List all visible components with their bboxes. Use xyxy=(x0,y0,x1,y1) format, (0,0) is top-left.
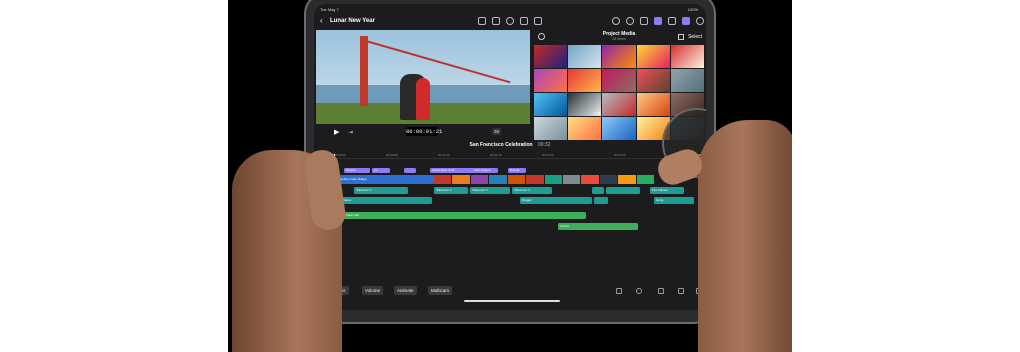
timeline-project-name: San Francisco Celebration xyxy=(469,142,533,148)
timeline-header: San Francisco Celebration 00:32 xyxy=(314,141,706,151)
media-thumbnail[interactable] xyxy=(636,93,670,116)
media-browser-icon[interactable] xyxy=(654,17,662,25)
redo-icon[interactable] xyxy=(626,17,634,25)
audio-clip[interactable]: Voiceover 4 xyxy=(512,187,552,194)
audio-clip[interactable]: Voiceover 1 xyxy=(354,187,408,194)
media-thumbnail[interactable]: 0:02 xyxy=(568,93,602,116)
title-clip[interactable]: Sunset xyxy=(508,168,526,173)
home-indicator xyxy=(464,300,560,302)
audio-clip[interactable] xyxy=(594,197,608,204)
title-clip[interactable] xyxy=(404,168,416,173)
ruler-tick: 00:00:10 xyxy=(438,153,450,157)
ruler-tick: 00:00:15 xyxy=(490,153,502,157)
animate-button[interactable]: Animate xyxy=(394,286,417,295)
music-clip[interactable]: Crowd xyxy=(558,223,638,230)
title-clip[interactable]: Streets xyxy=(344,168,370,173)
audio-clip[interactable]: Voiceover 3 xyxy=(470,187,510,194)
inspector-icon[interactable] xyxy=(668,17,676,25)
right-hand xyxy=(698,120,792,352)
media-thumbnail[interactable] xyxy=(636,69,670,92)
bottom-toolbar: Inspect Volume Animate Multicam xyxy=(314,284,706,298)
final-cut-pro-screen: Tue May 7 100% ‹ Lunar New Year ▶ ⇥ 00:0… xyxy=(314,4,706,310)
ruler-tick: 00:00:20 xyxy=(542,153,554,157)
top-toolbar: ‹ Lunar New Year xyxy=(314,14,706,30)
music-clip[interactable]: Lunar New Year xyxy=(336,212,586,219)
timeline-duration: 00:32 xyxy=(537,142,551,148)
media-thumbnail[interactable] xyxy=(534,117,568,140)
media-thumbnail[interactable] xyxy=(602,69,636,92)
grid-view-icon[interactable] xyxy=(678,34,684,40)
viewer-icon[interactable] xyxy=(640,17,648,25)
skip-icon[interactable]: ⇥ xyxy=(348,129,353,136)
camera-icon[interactable] xyxy=(492,17,500,25)
media-thumbnail[interactable] xyxy=(534,93,568,116)
transport-controls: ▶ ⇥ 00:00:01:21 38 xyxy=(314,126,530,138)
media-thumbnail[interactable] xyxy=(636,45,670,68)
browser-header: Project Media 28 Items Select xyxy=(532,30,706,44)
status-bar: Tue May 7 100% xyxy=(314,4,706,14)
audio-clip[interactable]: Dragon xyxy=(520,197,592,204)
timeline-title-row: San Francisco Celebration 00:32 xyxy=(314,142,706,148)
media-thumbnail[interactable] xyxy=(602,45,636,68)
multicam-button[interactable]: Multicam xyxy=(428,286,453,295)
project-title: Lunar New Year xyxy=(330,18,375,24)
media-thumbnail[interactable] xyxy=(568,69,602,92)
media-thumbnail[interactable] xyxy=(602,117,636,140)
audio-clip[interactable] xyxy=(606,187,640,194)
media-thumbnail[interactable] xyxy=(568,45,602,68)
timecode-display[interactable]: 00:00:01:21 xyxy=(406,127,442,136)
audio-clip[interactable]: Ambiance xyxy=(336,197,432,204)
media-thumbnail[interactable] xyxy=(568,117,602,140)
check-icon[interactable] xyxy=(636,288,642,294)
voiceover-icon[interactable] xyxy=(520,17,528,25)
title-clip[interactable]: Lu xyxy=(372,168,390,173)
audio-clip[interactable] xyxy=(592,187,604,194)
status-time: Tue May 7 xyxy=(320,7,339,12)
delete-icon[interactable] xyxy=(616,288,622,294)
more-icon[interactable] xyxy=(696,17,704,25)
split-icon[interactable] xyxy=(658,288,664,294)
media-thumbnail[interactable] xyxy=(670,69,704,92)
battery-indicator: 100% xyxy=(687,7,698,12)
bridge-tower xyxy=(360,36,368,106)
timeline-ruler[interactable]: 00:00:00 00:00:05 00:00:10 00:00:15 00:0… xyxy=(314,153,706,159)
media-thumbnail[interactable] xyxy=(534,45,568,68)
zoom-level[interactable]: 38 xyxy=(492,128,502,135)
video-viewer[interactable] xyxy=(316,30,530,124)
video-clip[interactable]: Golden Gate Bridge xyxy=(338,175,434,184)
title-clip[interactable]: Solo Dragon xyxy=(472,168,498,173)
title-clip[interactable]: Aerial View of SF xyxy=(430,168,476,173)
share-icon[interactable] xyxy=(534,17,542,25)
ruler-tick: 00:00:25 xyxy=(614,153,626,157)
photo-backdrop: Tue May 7 100% ‹ Lunar New Year ▶ ⇥ 00:0… xyxy=(228,0,792,352)
back-button[interactable]: ‹ xyxy=(320,16,323,25)
microphone-icon[interactable] xyxy=(506,17,514,25)
select-button[interactable]: Select xyxy=(688,34,702,40)
play-icon[interactable]: ▶ xyxy=(334,128,339,136)
person-red-dress xyxy=(416,78,430,120)
media-thumbnail[interactable] xyxy=(670,45,704,68)
audio-clip[interactable]: Voiceover 2 xyxy=(434,187,468,194)
audio-clip[interactable]: Fire Flames xyxy=(650,187,684,194)
undo-icon[interactable] xyxy=(612,17,620,25)
detach-icon[interactable] xyxy=(678,288,684,294)
ruler-tick: 00:00:05 xyxy=(386,153,398,157)
export-icon[interactable] xyxy=(478,17,486,25)
video-clip-strip[interactable] xyxy=(434,175,655,184)
volume-button[interactable]: Volume xyxy=(362,286,384,295)
ipad-device: Tue May 7 100% ‹ Lunar New Year ▶ ⇥ 00:0… xyxy=(304,0,716,324)
media-thumbnail[interactable] xyxy=(602,93,636,116)
media-thumbnail[interactable] xyxy=(534,69,568,92)
audio-clip[interactable]: Gong xyxy=(654,197,694,204)
timeline-icon[interactable] xyxy=(682,17,690,25)
